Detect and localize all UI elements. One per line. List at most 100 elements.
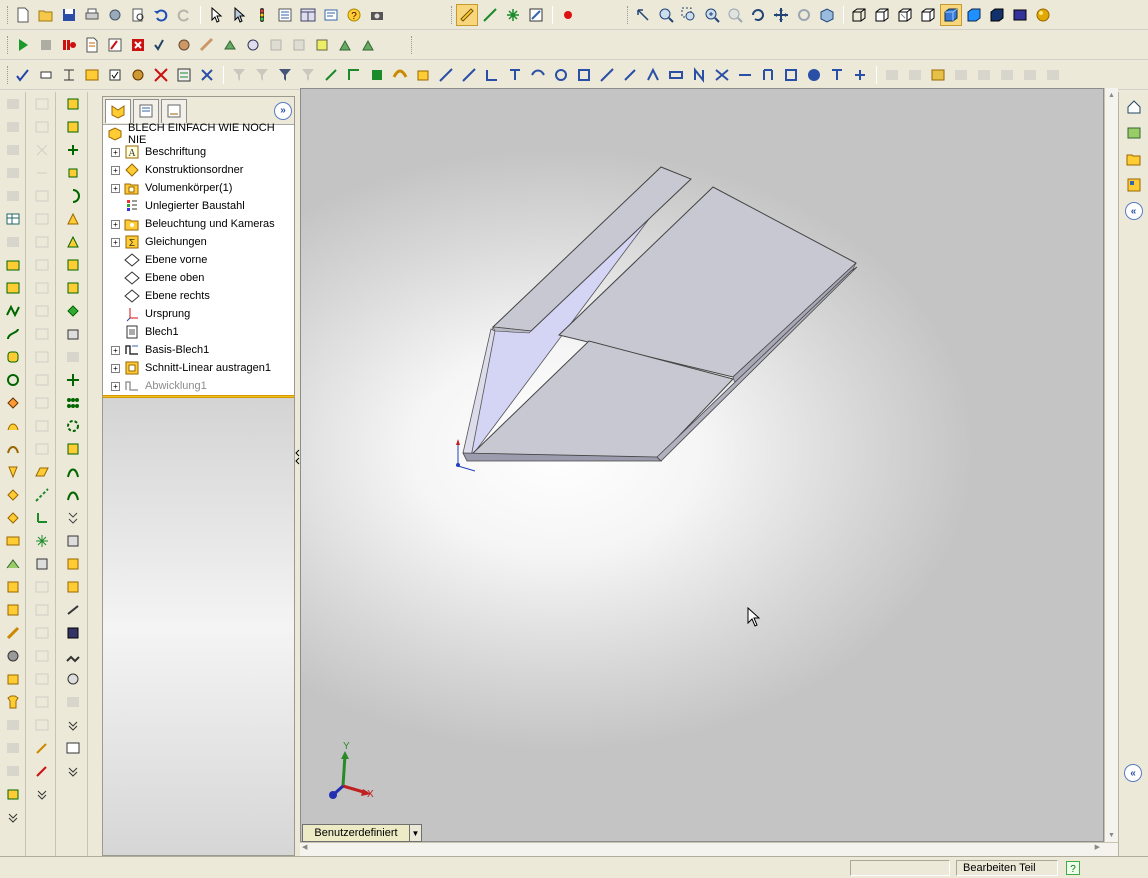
chevron-down-icon[interactable]: ▼ xyxy=(410,824,422,842)
redo-icon[interactable] xyxy=(173,4,195,26)
feature-extra-1-icon[interactable] xyxy=(62,346,84,368)
line-icon[interactable] xyxy=(479,4,501,26)
camera-icon[interactable] xyxy=(366,4,388,26)
select-filter-icon[interactable] xyxy=(228,4,250,26)
scroll-up-icon[interactable]: ▲ xyxy=(1105,88,1118,102)
section-view-icon[interactable] xyxy=(986,4,1008,26)
filter-icon[interactable] xyxy=(228,64,250,86)
tool-icon[interactable] xyxy=(173,34,195,56)
measure-icon[interactable] xyxy=(196,34,218,56)
cross-break-icon[interactable] xyxy=(2,300,24,322)
options-icon[interactable] xyxy=(104,4,126,26)
appearance-sphere-icon[interactable] xyxy=(1032,4,1054,26)
filter-center-marks-icon[interactable] xyxy=(573,64,595,86)
strip-3-more-2-icon[interactable] xyxy=(62,760,84,782)
strip-1-more-icon[interactable] xyxy=(2,806,24,828)
unfold-icon[interactable] xyxy=(2,484,24,506)
wireframe-icon[interactable] xyxy=(848,4,870,26)
filter-connection-points-icon[interactable] xyxy=(826,64,848,86)
help-icon[interactable]: ? xyxy=(343,4,365,26)
filter-midpoints-icon[interactable] xyxy=(550,64,572,86)
filter-routing-points-icon[interactable] xyxy=(849,64,871,86)
sketch-tool-5-icon[interactable] xyxy=(31,185,53,207)
sketch-tool-19-icon[interactable] xyxy=(31,622,53,644)
feature-extra-2-icon[interactable] xyxy=(62,691,84,713)
dimension-icon[interactable] xyxy=(35,64,57,86)
sketch-tool-4-icon[interactable] xyxy=(31,162,53,184)
tab-feature-tree[interactable] xyxy=(105,98,131,123)
corner-relief-icon[interactable] xyxy=(2,622,24,644)
tree-item[interactable]: + Konstruktionsordner xyxy=(103,161,294,179)
fillet-icon[interactable] xyxy=(62,208,84,230)
reference-plane-icon[interactable] xyxy=(31,461,53,483)
surface-finish-icon[interactable] xyxy=(150,64,172,86)
note-icon[interactable] xyxy=(81,64,103,86)
excel-icon[interactable] xyxy=(127,34,149,56)
tree-item[interactable]: + Beleuchtung und Kameras xyxy=(103,215,294,233)
extruded-boss-base-icon[interactable] xyxy=(62,93,84,115)
tree-item[interactable]: Ebene vorne xyxy=(103,251,294,269)
dome-icon[interactable] xyxy=(62,323,84,345)
sketch-tool-21-icon[interactable] xyxy=(31,668,53,690)
sketch-tool-15-icon[interactable] xyxy=(31,415,53,437)
sketch-tool-1-icon[interactable] xyxy=(31,93,53,115)
sketch-tool-23-icon[interactable] xyxy=(31,714,53,736)
filter-centerlines-icon[interactable] xyxy=(596,64,618,86)
shaded-icon[interactable] xyxy=(940,4,962,26)
hole-callout-icon[interactable] xyxy=(58,64,80,86)
file-explorer-icon[interactable] xyxy=(1123,148,1145,170)
rollback-bar[interactable] xyxy=(103,395,294,398)
assembly-tool-1-icon[interactable] xyxy=(881,64,903,86)
sketch-tool-16-icon[interactable] xyxy=(31,438,53,460)
file-properties-icon[interactable] xyxy=(274,4,296,26)
linear-pattern-icon[interactable] xyxy=(62,231,84,253)
miter-flange-icon[interactable] xyxy=(2,162,24,184)
sketch-tool-13-icon[interactable] xyxy=(31,369,53,391)
part-model[interactable] xyxy=(301,89,1105,843)
filter-datum-targets-icon[interactable] xyxy=(757,64,779,86)
expand-icon[interactable]: + xyxy=(111,345,120,355)
undo-icon[interactable] xyxy=(150,4,172,26)
hidden-lines-removed-icon[interactable] xyxy=(894,4,916,26)
tree-item[interactable]: + Σ Gleichungen xyxy=(103,233,294,251)
tree-item[interactable]: + Volumenkörper(1) xyxy=(103,179,294,197)
welded-corner-icon[interactable] xyxy=(2,392,24,414)
filter-toggle-icon[interactable] xyxy=(251,64,273,86)
sketch-tool-10-icon[interactable] xyxy=(31,300,53,322)
shirt-icon[interactable] xyxy=(2,691,24,713)
previous-view-icon[interactable] xyxy=(632,4,654,26)
filter-sketch-lines-icon[interactable] xyxy=(481,64,503,86)
rotate-icon[interactable] xyxy=(747,4,769,26)
horizontal-scrollbar[interactable]: ◀ ▶ xyxy=(300,842,1118,856)
filter-surface-bodies-icon[interactable] xyxy=(389,64,411,86)
curve-driven-pattern-icon[interactable] xyxy=(62,438,84,460)
forming-tool-icon[interactable] xyxy=(2,668,24,690)
sketched-bend-icon[interactable] xyxy=(2,277,24,299)
home-icon[interactable] xyxy=(1123,96,1145,118)
filter-cosmetic-threads-icon[interactable] xyxy=(780,64,802,86)
sketch-tool-20-icon[interactable] xyxy=(31,645,53,667)
chevron-left-icon[interactable]: « xyxy=(1124,202,1143,220)
record-pause-icon[interactable] xyxy=(58,34,80,56)
revolved-boss-icon[interactable] xyxy=(62,116,84,138)
standard-views-icon[interactable] xyxy=(816,4,838,26)
tree-item[interactable]: Ebene rechts xyxy=(103,287,294,305)
expand-icon[interactable]: + xyxy=(111,381,120,391)
tree-item[interactable]: Ebene oben xyxy=(103,269,294,287)
section-properties-icon[interactable] xyxy=(265,34,287,56)
jog-icon[interactable] xyxy=(2,231,24,253)
filter-tolerances-icon[interactable] xyxy=(665,64,687,86)
helix-icon[interactable] xyxy=(62,484,84,506)
assembly-tool-4-icon[interactable] xyxy=(950,64,972,86)
assembly-tool-2-icon[interactable] xyxy=(904,64,926,86)
split-line-icon[interactable] xyxy=(62,507,84,529)
rib-icon[interactable] xyxy=(62,254,84,276)
sheet-metal-gusset-icon[interactable] xyxy=(2,599,24,621)
wrap-icon[interactable] xyxy=(62,300,84,322)
graphics-area[interactable]: Y X xyxy=(300,88,1104,842)
zoom-to-selection-icon[interactable] xyxy=(724,4,746,26)
lofted-bend-icon[interactable] xyxy=(2,346,24,368)
mass-properties-icon[interactable] xyxy=(242,34,264,56)
deviation-analysis-icon[interactable] xyxy=(311,34,333,56)
no-bends-icon[interactable] xyxy=(2,553,24,575)
